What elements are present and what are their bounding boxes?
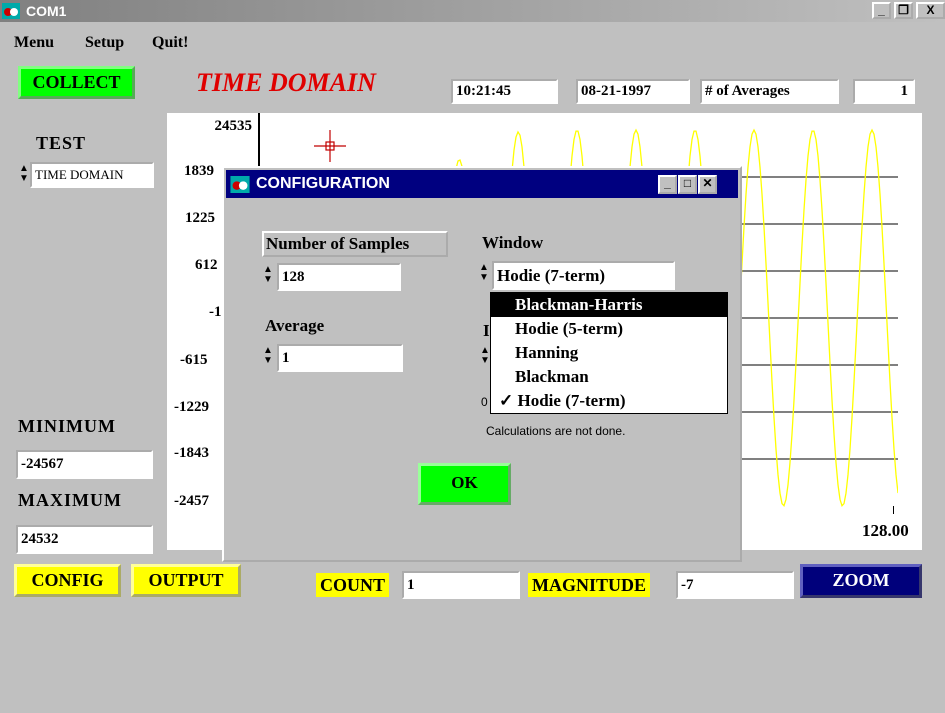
window-title: COM1 [26, 3, 67, 19]
dialog-maximize-button[interactable]: □ [678, 175, 697, 194]
output-button[interactable]: OUTPUT [131, 564, 241, 597]
window-dropdown-list[interactable]: Blackman-Harris Hodie (5-term) Hanning B… [490, 292, 728, 414]
restore-button[interactable]: ❐ [894, 2, 913, 19]
y-tick: -2457 [174, 493, 209, 509]
test-spinner[interactable]: ▲ ▼ [18, 164, 30, 186]
samples-label: Number of Samples [262, 231, 448, 257]
maximum-label: MAXIMUM [18, 490, 122, 510]
dialog-close-button[interactable]: ✕ [698, 175, 717, 194]
zoom-button[interactable]: ZOOM [800, 564, 922, 598]
status-text: Calculations are not done. [486, 424, 626, 438]
magnitude-label: MAGNITUDE [528, 573, 651, 597]
test-select[interactable]: TIME DOMAIN [30, 162, 154, 188]
test-label: TEST [36, 133, 87, 153]
app-icon [2, 3, 20, 19]
y-tick: 1225 [185, 210, 215, 226]
y-tick: -1229 [174, 399, 209, 415]
dropdown-option-checked[interactable]: ✓ Hodie (7-term) [491, 389, 727, 413]
hidden-label-fragment: I [483, 321, 490, 340]
averages-label: # of Averages [700, 79, 839, 104]
date-display: 08-21-1997 [576, 79, 690, 104]
config-button[interactable]: CONFIG [14, 564, 121, 597]
window-label: Window [482, 233, 544, 252]
dropdown-option[interactable]: Blackman [491, 365, 727, 389]
dialog-titlebar: CONFIGURATION _ □ ✕ [226, 170, 738, 198]
ok-button[interactable]: OK [418, 463, 511, 505]
minimum-label: MINIMUM [18, 416, 116, 436]
count-value: 1 [402, 571, 520, 599]
y-tick: -615 [180, 352, 208, 368]
menu-bar: Menu Setup Quit! [0, 20, 945, 51]
y-tick: 1839 [184, 163, 214, 179]
minimum-value: -24567 [16, 450, 153, 479]
x-tick-mark [893, 506, 894, 514]
menu-item-quit[interactable]: Quit! [152, 34, 188, 52]
average-input[interactable]: 1 [277, 344, 403, 372]
menu-item-setup[interactable]: Setup [85, 34, 124, 52]
close-button[interactable]: X [916, 2, 945, 19]
cursor-crosshair-icon [314, 130, 346, 162]
average-label: Average [265, 316, 325, 335]
y-tick: 612 [195, 257, 218, 273]
mode-title: TIME DOMAIN [196, 68, 376, 97]
average-spinner[interactable]: ▲ ▼ [262, 346, 274, 368]
window-spinner[interactable]: ▲ ▼ [478, 263, 490, 285]
averages-value: 1 [853, 79, 915, 104]
y-tick: 24535 [214, 118, 253, 134]
x-end-label: 128.00 [862, 521, 909, 540]
status-prefix: 0 [481, 395, 488, 409]
y-tick: -1843 [174, 445, 209, 461]
samples-input[interactable]: 128 [277, 263, 401, 291]
window-titlebar: COM1 _ ❐ X [0, 0, 945, 22]
magnitude-value: -7 [676, 571, 794, 599]
dialog-app-icon [230, 176, 250, 193]
collect-button[interactable]: COLLECT [18, 66, 135, 99]
time-display: 10:21:45 [451, 79, 558, 104]
dropdown-option[interactable]: Hodie (5-term) [491, 317, 727, 341]
dialog-title: CONFIGURATION [256, 175, 390, 192]
samples-spinner[interactable]: ▲ ▼ [262, 265, 274, 287]
minimize-button[interactable]: _ [872, 2, 891, 19]
dropdown-option[interactable]: Hanning [491, 341, 727, 365]
window-select[interactable]: Hodie (7-term) [492, 261, 675, 290]
maximum-value: 24532 [16, 525, 153, 554]
count-label: COUNT [316, 573, 390, 597]
dialog-minimize-button[interactable]: _ [658, 175, 677, 194]
menu-item-menu[interactable]: Menu [14, 34, 54, 52]
y-tick: -1 [209, 304, 222, 320]
dropdown-option[interactable]: Blackman-Harris [491, 293, 727, 317]
